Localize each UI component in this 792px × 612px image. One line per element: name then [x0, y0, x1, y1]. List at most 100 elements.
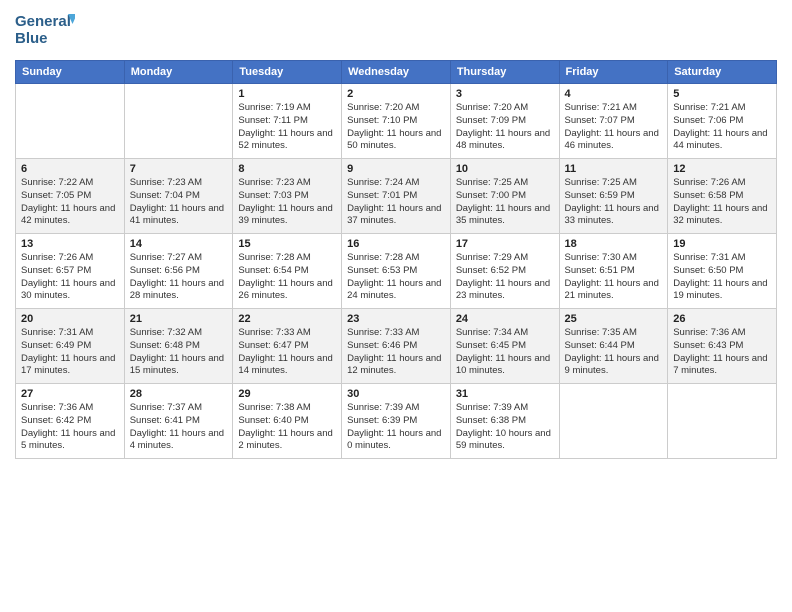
day-number: 19: [673, 238, 771, 250]
day-number: 29: [238, 388, 336, 400]
day-number: 15: [238, 238, 336, 250]
day-header-monday: Monday: [124, 61, 233, 84]
day-cell: 20 Sunrise: 7:31 AMSunset: 6:49 PMDaylig…: [16, 309, 125, 384]
day-number: 27: [21, 388, 119, 400]
day-number: 5: [673, 88, 771, 100]
week-row-5: 27 Sunrise: 7:36 AMSunset: 6:42 PMDaylig…: [16, 384, 777, 459]
day-cell: 24 Sunrise: 7:34 AMSunset: 6:45 PMDaylig…: [450, 309, 559, 384]
day-cell: [16, 84, 125, 159]
week-row-4: 20 Sunrise: 7:31 AMSunset: 6:49 PMDaylig…: [16, 309, 777, 384]
day-number: 1: [238, 88, 336, 100]
day-info: Sunrise: 7:23 AMSunset: 7:04 PMDaylight:…: [130, 177, 228, 228]
day-info: Sunrise: 7:33 AMSunset: 6:47 PMDaylight:…: [238, 327, 336, 378]
svg-text:Blue: Blue: [15, 30, 48, 47]
day-cell: 11 Sunrise: 7:25 AMSunset: 6:59 PMDaylig…: [559, 159, 668, 234]
day-info: Sunrise: 7:33 AMSunset: 6:46 PMDaylight:…: [347, 327, 445, 378]
day-number: 3: [456, 88, 554, 100]
day-number: 10: [456, 163, 554, 175]
day-info: Sunrise: 7:39 AMSunset: 6:38 PMDaylight:…: [456, 402, 554, 453]
day-cell: 12 Sunrise: 7:26 AMSunset: 6:58 PMDaylig…: [668, 159, 777, 234]
day-cell: 30 Sunrise: 7:39 AMSunset: 6:39 PMDaylig…: [342, 384, 451, 459]
calendar-table: SundayMondayTuesdayWednesdayThursdayFrid…: [15, 60, 777, 459]
day-cell: 25 Sunrise: 7:35 AMSunset: 6:44 PMDaylig…: [559, 309, 668, 384]
day-info: Sunrise: 7:30 AMSunset: 6:51 PMDaylight:…: [565, 252, 663, 303]
day-info: Sunrise: 7:36 AMSunset: 6:42 PMDaylight:…: [21, 402, 119, 453]
day-cell: 15 Sunrise: 7:28 AMSunset: 6:54 PMDaylig…: [233, 234, 342, 309]
day-number: 17: [456, 238, 554, 250]
day-cell: 14 Sunrise: 7:27 AMSunset: 6:56 PMDaylig…: [124, 234, 233, 309]
day-header-wednesday: Wednesday: [342, 61, 451, 84]
day-cell: 10 Sunrise: 7:25 AMSunset: 7:00 PMDaylig…: [450, 159, 559, 234]
week-row-1: 1 Sunrise: 7:19 AMSunset: 7:11 PMDayligh…: [16, 84, 777, 159]
day-cell: 18 Sunrise: 7:30 AMSunset: 6:51 PMDaylig…: [559, 234, 668, 309]
day-info: Sunrise: 7:38 AMSunset: 6:40 PMDaylight:…: [238, 402, 336, 453]
day-info: Sunrise: 7:25 AMSunset: 6:59 PMDaylight:…: [565, 177, 663, 228]
day-number: 13: [21, 238, 119, 250]
day-header-thursday: Thursday: [450, 61, 559, 84]
day-info: Sunrise: 7:28 AMSunset: 6:54 PMDaylight:…: [238, 252, 336, 303]
day-header-saturday: Saturday: [668, 61, 777, 84]
day-number: 18: [565, 238, 663, 250]
day-cell: [559, 384, 668, 459]
day-info: Sunrise: 7:25 AMSunset: 7:00 PMDaylight:…: [456, 177, 554, 228]
day-number: 22: [238, 313, 336, 325]
day-info: Sunrise: 7:23 AMSunset: 7:03 PMDaylight:…: [238, 177, 336, 228]
page: General Blue SundayMondayTuesdayWednesda…: [0, 0, 792, 612]
day-number: 7: [130, 163, 228, 175]
day-number: 23: [347, 313, 445, 325]
day-info: Sunrise: 7:26 AMSunset: 6:58 PMDaylight:…: [673, 177, 771, 228]
day-header-friday: Friday: [559, 61, 668, 84]
day-cell: 16 Sunrise: 7:28 AMSunset: 6:53 PMDaylig…: [342, 234, 451, 309]
day-cell: 5 Sunrise: 7:21 AMSunset: 7:06 PMDayligh…: [668, 84, 777, 159]
day-cell: 4 Sunrise: 7:21 AMSunset: 7:07 PMDayligh…: [559, 84, 668, 159]
day-cell: 19 Sunrise: 7:31 AMSunset: 6:50 PMDaylig…: [668, 234, 777, 309]
day-info: Sunrise: 7:19 AMSunset: 7:11 PMDaylight:…: [238, 102, 336, 153]
day-number: 24: [456, 313, 554, 325]
day-info: Sunrise: 7:29 AMSunset: 6:52 PMDaylight:…: [456, 252, 554, 303]
header-row: SundayMondayTuesdayWednesdayThursdayFrid…: [16, 61, 777, 84]
day-number: 9: [347, 163, 445, 175]
day-cell: 6 Sunrise: 7:22 AMSunset: 7:05 PMDayligh…: [16, 159, 125, 234]
day-number: 6: [21, 163, 119, 175]
day-cell: 27 Sunrise: 7:36 AMSunset: 6:42 PMDaylig…: [16, 384, 125, 459]
day-cell: 31 Sunrise: 7:39 AMSunset: 6:38 PMDaylig…: [450, 384, 559, 459]
day-cell: 2 Sunrise: 7:20 AMSunset: 7:10 PMDayligh…: [342, 84, 451, 159]
day-number: 21: [130, 313, 228, 325]
day-number: 26: [673, 313, 771, 325]
day-cell: 13 Sunrise: 7:26 AMSunset: 6:57 PMDaylig…: [16, 234, 125, 309]
day-number: 20: [21, 313, 119, 325]
day-info: Sunrise: 7:22 AMSunset: 7:05 PMDaylight:…: [21, 177, 119, 228]
day-header-sunday: Sunday: [16, 61, 125, 84]
day-cell: 23 Sunrise: 7:33 AMSunset: 6:46 PMDaylig…: [342, 309, 451, 384]
day-info: Sunrise: 7:32 AMSunset: 6:48 PMDaylight:…: [130, 327, 228, 378]
day-number: 2: [347, 88, 445, 100]
day-number: 14: [130, 238, 228, 250]
day-info: Sunrise: 7:34 AMSunset: 6:45 PMDaylight:…: [456, 327, 554, 378]
day-cell: 9 Sunrise: 7:24 AMSunset: 7:01 PMDayligh…: [342, 159, 451, 234]
day-info: Sunrise: 7:36 AMSunset: 6:43 PMDaylight:…: [673, 327, 771, 378]
svg-text:General: General: [15, 13, 71, 30]
header: General Blue: [15, 10, 777, 52]
day-cell: 21 Sunrise: 7:32 AMSunset: 6:48 PMDaylig…: [124, 309, 233, 384]
day-cell: 28 Sunrise: 7:37 AMSunset: 6:41 PMDaylig…: [124, 384, 233, 459]
week-row-2: 6 Sunrise: 7:22 AMSunset: 7:05 PMDayligh…: [16, 159, 777, 234]
day-info: Sunrise: 7:37 AMSunset: 6:41 PMDaylight:…: [130, 402, 228, 453]
day-cell: 1 Sunrise: 7:19 AMSunset: 7:11 PMDayligh…: [233, 84, 342, 159]
day-info: Sunrise: 7:20 AMSunset: 7:10 PMDaylight:…: [347, 102, 445, 153]
day-info: Sunrise: 7:26 AMSunset: 6:57 PMDaylight:…: [21, 252, 119, 303]
day-number: 25: [565, 313, 663, 325]
day-cell: 29 Sunrise: 7:38 AMSunset: 6:40 PMDaylig…: [233, 384, 342, 459]
day-cell: [668, 384, 777, 459]
day-number: 8: [238, 163, 336, 175]
day-number: 28: [130, 388, 228, 400]
day-number: 4: [565, 88, 663, 100]
logo-svg: General Blue: [15, 10, 75, 52]
day-info: Sunrise: 7:21 AMSunset: 7:06 PMDaylight:…: [673, 102, 771, 153]
logo: General Blue: [15, 10, 75, 52]
day-info: Sunrise: 7:35 AMSunset: 6:44 PMDaylight:…: [565, 327, 663, 378]
week-row-3: 13 Sunrise: 7:26 AMSunset: 6:57 PMDaylig…: [16, 234, 777, 309]
day-number: 12: [673, 163, 771, 175]
day-number: 31: [456, 388, 554, 400]
day-info: Sunrise: 7:39 AMSunset: 6:39 PMDaylight:…: [347, 402, 445, 453]
day-number: 30: [347, 388, 445, 400]
